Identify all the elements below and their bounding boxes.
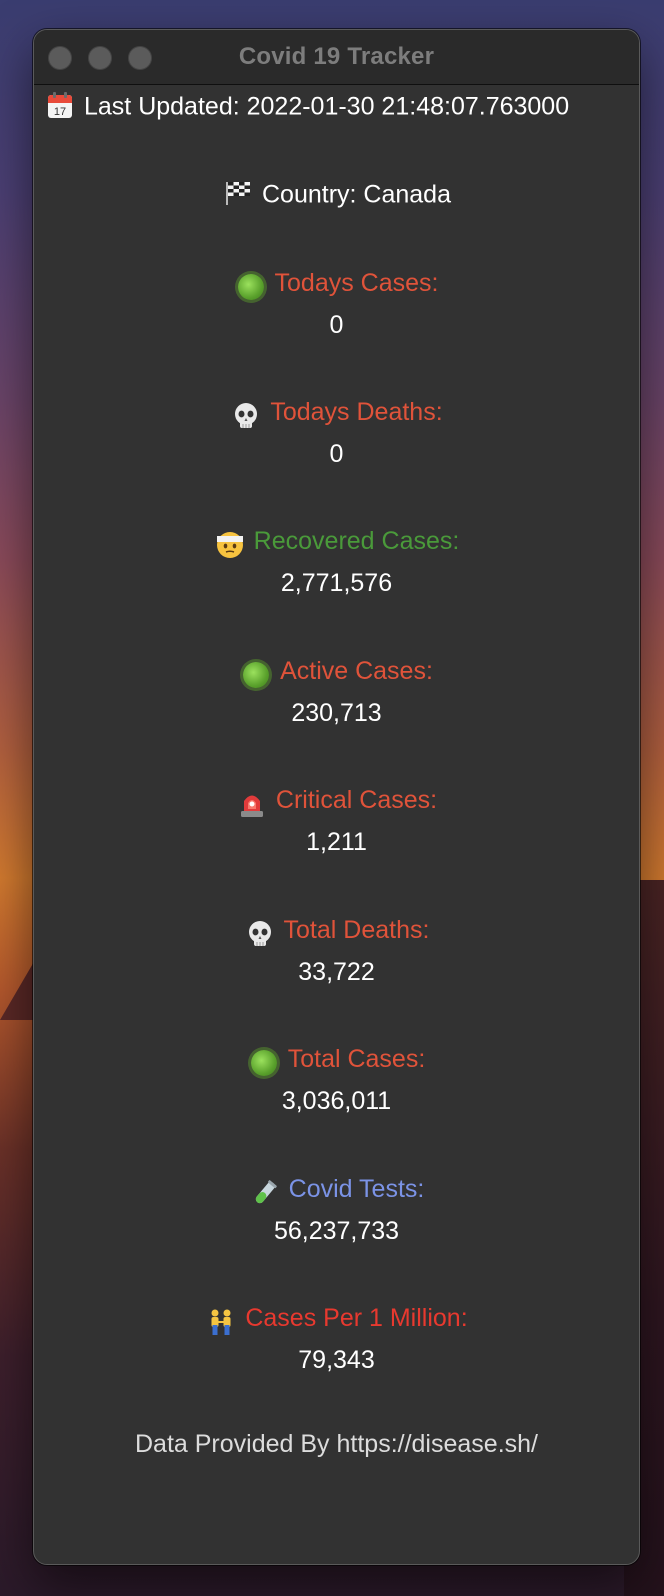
stat-label: Critical Cases:	[275, 786, 438, 814]
skull-icon	[244, 915, 276, 947]
stat-label-row: Recovered Cases:	[34, 521, 639, 561]
stat-todays-deaths: Todays Deaths: 0	[34, 392, 639, 476]
virus-icon	[240, 656, 272, 688]
bandaged-face-icon	[214, 526, 246, 558]
stat-value: 33,722	[298, 958, 375, 986]
country-line: Country: Canada	[34, 180, 639, 212]
stat-label: Todays Cases:	[274, 269, 439, 297]
app-window: Covid 19 Tracker 17 Last Updated: 2022-0…	[33, 29, 640, 1565]
stat-recovered-cases: Recovered Cases: 2,771,576	[34, 521, 639, 605]
stat-label: Cases Per 1 Million:	[245, 1304, 468, 1332]
stat-label: Todays Deaths:	[270, 398, 443, 426]
stat-label: Recovered Cases:	[253, 527, 460, 555]
stat-covid-tests: Covid Tests: 56,237,733	[34, 1169, 639, 1253]
title-bar[interactable]: Covid 19 Tracker	[34, 30, 639, 85]
stat-value: 0	[329, 311, 344, 339]
stat-cases-per-million: Cases Per 1 Million: 79,343	[34, 1298, 639, 1382]
stat-value: 79,343	[298, 1346, 375, 1374]
virus-icon	[235, 268, 267, 300]
stat-label-row: Todays Deaths:	[34, 392, 639, 432]
svg-text:17: 17	[54, 106, 66, 118]
country-text: Country: Canada	[261, 180, 451, 209]
stat-label-row: Active Cases:	[34, 651, 639, 691]
calendar-icon: 17	[44, 92, 76, 124]
virus-icon	[248, 1044, 280, 1076]
stat-label-row: Todays Cases:	[34, 263, 639, 303]
last-updated-text: Last Updated: 2022-01-30 21:48:07.763000	[84, 92, 570, 121]
stat-value: 0	[329, 440, 344, 468]
stat-critical-cases: Critical Cases: 1,211	[34, 780, 639, 864]
stat-value: 56,237,733	[273, 1217, 400, 1245]
siren-icon	[236, 785, 268, 817]
stat-label: Total Deaths:	[283, 916, 430, 944]
window-title: Covid 19 Tracker	[238, 43, 435, 70]
stat-label-row: Cases Per 1 Million:	[34, 1298, 639, 1338]
stat-label: Active Cases:	[280, 657, 433, 685]
data-source-credit: Data Provided By https://disease.sh/	[135, 1430, 538, 1458]
test-tube-icon	[249, 1174, 281, 1206]
stat-label: Covid Tests:	[288, 1175, 425, 1203]
stat-label-row: Critical Cases:	[34, 780, 639, 820]
stat-label-row: Covid Tests:	[34, 1169, 639, 1209]
stat-todays-cases: Todays Cases: 0	[34, 263, 639, 347]
stat-label: Total Cases:	[287, 1045, 426, 1073]
stat-active-cases: Active Cases: 230,713	[34, 651, 639, 735]
people-holding-hands-icon	[205, 1303, 237, 1335]
stat-value: 1,211	[306, 828, 367, 856]
stat-value: 2,771,576	[280, 569, 393, 597]
last-updated: 17 Last Updated: 2022-01-30 21:48:07.763…	[44, 92, 569, 124]
stat-total-cases: Total Cases: 3,036,011	[34, 1039, 639, 1123]
stat-label-row: Total Deaths:	[34, 910, 639, 950]
stat-value: 230,713	[291, 699, 382, 727]
stat-label-row: Total Cases:	[34, 1039, 639, 1079]
stat-total-deaths: Total Deaths: 33,722	[34, 910, 639, 994]
stat-value: 3,036,011	[281, 1087, 392, 1115]
checkered-flag-icon	[222, 180, 254, 212]
skull-icon	[230, 397, 262, 429]
